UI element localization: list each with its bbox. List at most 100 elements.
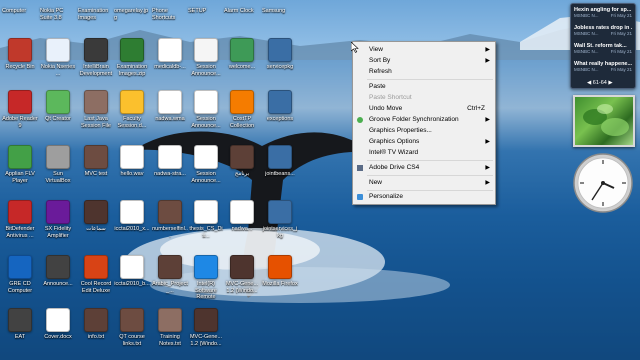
- desktop-icon[interactable]: برنامج: [224, 145, 260, 195]
- menu-item-adobe-drive[interactable]: Adobe Drive CS4 ▶: [353, 163, 495, 173]
- desktop-icon[interactable]: info.txt: [78, 308, 114, 358]
- desktop-icon-label: IntelliBrain Development: [79, 64, 113, 77]
- zip-icon: [120, 38, 144, 62]
- desktop-icon[interactable]: EAT: [2, 308, 38, 358]
- menu-item-paste-shortcut[interactable]: Paste Shortcut: [353, 93, 495, 103]
- desktop-icon[interactable]: Cover.docx: [40, 308, 76, 358]
- book-icon: [120, 308, 144, 332]
- folder-icon: [268, 38, 292, 62]
- folder-icon: [268, 200, 292, 224]
- desktop-icon[interactable]: medicaldb-...: [152, 38, 188, 88]
- desktop-icon-label: Nokia Nseries ...: [40, 64, 76, 77]
- desktop-icon[interactable]: QT course links.txt: [114, 308, 150, 358]
- icon-label-top-6[interactable]: Alarm Clock: [224, 8, 260, 15]
- desktop-icon-label: welcome...: [228, 64, 256, 70]
- menu-item-sort-by[interactable]: Sort By ▶: [353, 56, 495, 66]
- menu-item-graphics-properties-label: Graphics Properties...: [369, 127, 432, 134]
- desktop-icon[interactable]: jointservices_jkg: [262, 200, 298, 250]
- icon-label-top-1[interactable]: Nokia PC Suite 3.8: [40, 8, 76, 21]
- desktop-icon[interactable]: icctai2010_b...: [114, 255, 150, 305]
- audio-file-icon: [230, 200, 254, 224]
- menu-item-intel-tv-wizard-label: Intel® TV Wizard: [369, 149, 419, 156]
- desktop-icon[interactable]: servicepkg: [262, 38, 298, 88]
- desktop-icon[interactable]: Applian FLV Player: [2, 145, 38, 195]
- desktop-icon[interactable]: exceptions: [262, 90, 298, 140]
- slideshow-photo: [583, 104, 629, 136]
- icon-label-top-0[interactable]: Computer: [2, 8, 38, 15]
- desktop-icon[interactable]: Session Announce...: [188, 38, 224, 88]
- news-item-time: Fri May 21: [610, 67, 632, 72]
- desktop-icon[interactable]: Adobe Reader 9: [2, 90, 38, 140]
- desktop-icon[interactable]: GRE CD Computer: [2, 255, 38, 305]
- desktop-icon-label: Training Notes.txt: [159, 334, 181, 347]
- icon-label-top-2[interactable]: Examination Images: [78, 8, 114, 21]
- desktop-icon[interactable]: BitDefender Antivirus ...: [2, 200, 38, 250]
- desktop-icon[interactable]: Mozilla Firefox: [262, 255, 298, 305]
- icon-label-top-4[interactable]: Phone Shortcuts: [152, 8, 188, 21]
- menu-item-intel-tv-wizard[interactable]: Intel® TV Wizard: [353, 148, 495, 158]
- icon-label-top-7[interactable]: Samsung: [262, 8, 298, 15]
- news-item[interactable]: Wall St. reform tak... MSNBC N... Fri Ma…: [574, 43, 632, 61]
- desktop-icon[interactable]: numberselfinl...: [152, 200, 188, 250]
- desktop-icon-label: Sun VirtualBox: [45, 171, 71, 184]
- desktop-icon[interactable]: Intel(R) Software Remote: [188, 255, 224, 305]
- news-item[interactable]: What really happene... MSNBC N... Fri Ma…: [574, 61, 632, 79]
- desktop-icon[interactable]: Recycle Bin: [2, 38, 38, 88]
- menu-item-personalize[interactable]: Personalize: [353, 192, 495, 202]
- menu-item-undo-move[interactable]: Undo Move Ctrl+Z: [353, 104, 495, 114]
- desktop-icon[interactable]: welcome...: [224, 38, 260, 88]
- desktop-icon-label: MVC test: [84, 171, 108, 177]
- menu-item-graphics-properties[interactable]: Graphics Properties...: [353, 126, 495, 136]
- desktop-icon[interactable]: Faculty Session.d...: [114, 90, 150, 140]
- desktop-icon[interactable]: icctai2010_x...: [114, 200, 150, 250]
- desktop-icon-label: Mozilla Firefox: [262, 281, 298, 287]
- desktop-icon[interactable]: سماعات: [78, 200, 114, 250]
- desktop-icon[interactable]: Last Java Session File: [78, 90, 114, 140]
- desktop-icon[interactable]: CostTP Collection: [224, 90, 260, 140]
- submenu-arrow-icon: ▶: [485, 117, 490, 123]
- next-arrow-icon[interactable]: ▶: [608, 80, 612, 86]
- icon-label-top-5[interactable]: SETUP: [188, 8, 224, 15]
- desktop-icon[interactable]: Qt Creator: [40, 90, 76, 140]
- desktop-icon-label: icctai2010_b...: [114, 281, 150, 287]
- icon-label-top-3[interactable]: omegarelay.jpg: [114, 8, 150, 21]
- desktop-icon[interactable]: hello.wav: [114, 145, 150, 195]
- previous-arrow-icon[interactable]: ◀: [587, 80, 591, 86]
- desktop-icon[interactable]: Examination Images.zip: [114, 38, 150, 88]
- desktop-icon-label: Recycle Bin: [5, 64, 35, 70]
- folder-icon: [268, 145, 292, 169]
- menu-item-paste[interactable]: Paste: [353, 82, 495, 92]
- desktop-icon[interactable]: nadwa.wma: [152, 90, 188, 140]
- menu-item-view[interactable]: View ▶: [353, 45, 495, 55]
- desktop-icon[interactable]: SX Fidelity Amplifier: [40, 200, 76, 250]
- desktop-icon[interactable]: Arabic_Project_...: [152, 255, 188, 305]
- desktop-icon[interactable]: MVC test: [78, 145, 114, 195]
- desktop-icon-label: EAT: [14, 334, 26, 340]
- desktop-icon[interactable]: thesis_CS_Dis...: [188, 200, 224, 250]
- desktop-icon[interactable]: IntelliBrain Development: [78, 38, 114, 88]
- desktop-icon[interactable]: Training Notes.txt: [152, 308, 188, 358]
- desktop-icon[interactable]: Sun VirtualBox: [40, 145, 76, 195]
- news-feed-gadget: Hexin angling for sp... MSNBC N... Fri M…: [570, 3, 636, 89]
- news-item[interactable]: Hexin angling for sp... MSNBC N... Fri M…: [574, 7, 632, 25]
- menu-item-new[interactable]: New ▶: [353, 178, 495, 188]
- desktop-icon[interactable]: Session Announce...: [188, 145, 224, 195]
- menu-item-refresh[interactable]: Refresh: [353, 67, 495, 77]
- desktop-icon[interactable]: nadwa...: [224, 200, 260, 250]
- record-icon: [84, 255, 108, 279]
- desktop-icon[interactable]: Announce...: [40, 255, 76, 305]
- firefox-icon: [268, 255, 292, 279]
- desktop-icon[interactable]: jointbeans...: [262, 145, 298, 195]
- slideshow-gadget[interactable]: [573, 95, 635, 147]
- desktop-icon[interactable]: Nokia Nseries ...: [40, 38, 76, 88]
- news-item[interactable]: Jobless rates drop in ... MSNBC N... Fri…: [574, 25, 632, 43]
- desktop-icon[interactable]: Session Announce...: [188, 90, 224, 140]
- menu-item-graphics-options[interactable]: Graphics Options ▶: [353, 137, 495, 147]
- desktop-icon[interactable]: nadwa-stra...: [152, 145, 188, 195]
- clock-gadget[interactable]: [572, 152, 634, 214]
- desktop-icon[interactable]: MVC-Gene... 1.2 (Windo...: [188, 308, 224, 358]
- book-icon: [84, 145, 108, 169]
- menu-item-groove-sync[interactable]: Groove Folder Synchronization ▶: [353, 115, 495, 125]
- desktop-icon[interactable]: MVC-Gene... 1.2 (Windo...: [224, 255, 260, 305]
- desktop-icon[interactable]: Cool Record Edit Deluxe: [78, 255, 114, 305]
